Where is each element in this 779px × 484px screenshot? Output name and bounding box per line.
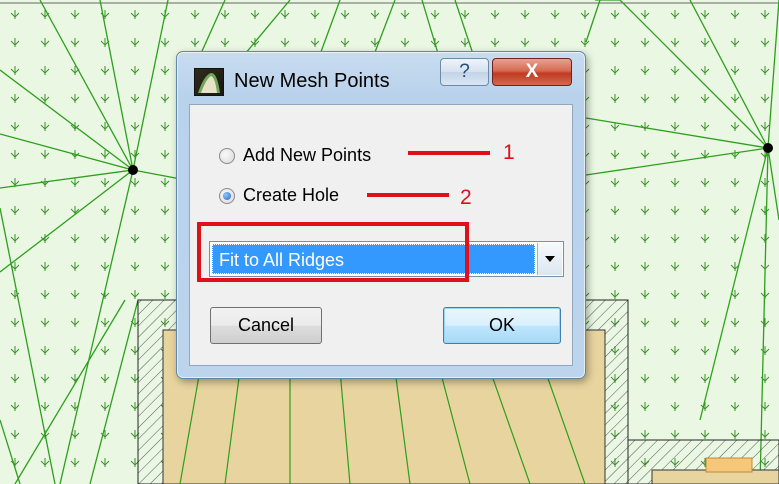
annotation-number-1: 1 (503, 141, 515, 164)
dialog-titlebar[interactable]: New Mesh Points ? X (177, 52, 585, 102)
cancel-button[interactable]: Cancel (210, 307, 322, 344)
annotation-line-2 (367, 193, 449, 197)
mesh-point[interactable] (128, 165, 138, 175)
annotation-highlight-box (197, 222, 469, 282)
archicad-mesh-icon (194, 68, 224, 96)
radio-add-new-points[interactable]: Add New Points (219, 145, 371, 166)
ok-button[interactable]: OK (443, 307, 561, 344)
new-mesh-points-dialog: New Mesh Points ? X Add New Points Creat… (176, 51, 586, 379)
radio-button[interactable] (219, 147, 235, 164)
radio-button[interactable] (219, 187, 235, 204)
annotation-line-1 (408, 151, 490, 155)
radio-create-hole[interactable]: Create Hole (219, 185, 339, 206)
mesh-point[interactable] (763, 143, 773, 153)
close-button[interactable]: X (492, 58, 572, 86)
annotation-number-2: 2 (460, 186, 472, 209)
radio-label: Create Hole (243, 185, 340, 205)
close-icon: X (525, 61, 539, 82)
question-icon: ? (459, 61, 470, 82)
dialog-title: New Mesh Points (234, 70, 390, 92)
radio-label: Add New Points (243, 145, 372, 165)
chevron-down-icon[interactable] (537, 243, 562, 275)
help-button[interactable]: ? (440, 58, 489, 86)
